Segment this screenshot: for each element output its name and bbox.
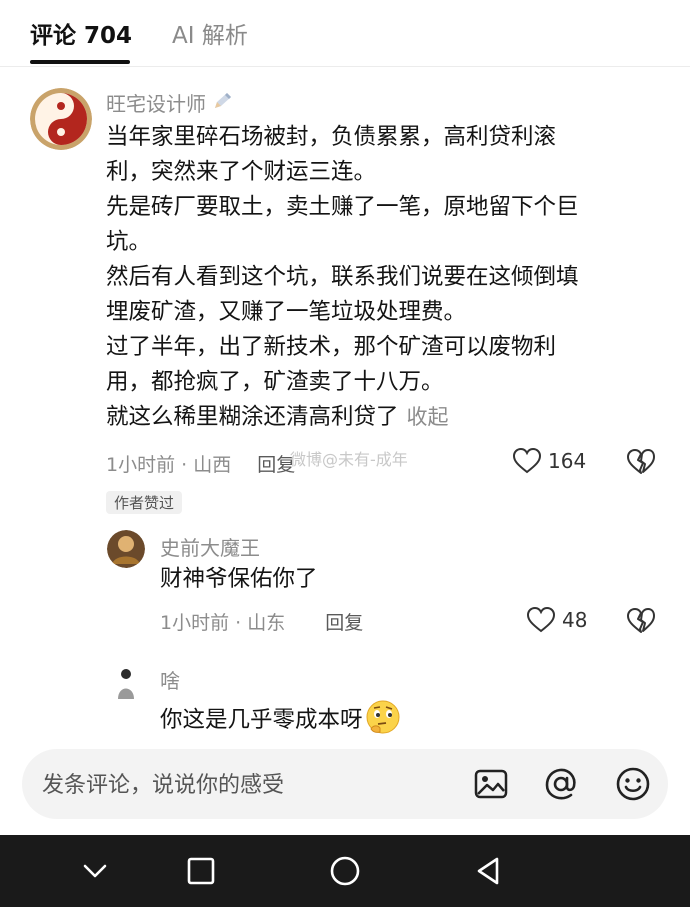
comment-line: 埋废矿渣，又赚了一笔垃圾处理费。 [106,299,467,325]
system-navigation-bar [0,835,690,907]
pencil-icon [215,93,232,108]
broken-heart-icon[interactable] [626,448,656,476]
comment-body: 财神爷保佑你了 [160,562,690,597]
tab-ai-analysis[interactable]: AI 解析 [172,16,248,50]
comment-line: 你这是几乎零成本呀 [160,699,690,738]
avatar[interactable] [107,530,145,568]
comment-line-last: 就这么稀里糊涂还清高利贷了 收起 [106,400,646,435]
username-text: 旺宅设计师 [106,92,206,116]
comment-line: 然后有人看到这个坑，联系我们说要在这倾倒填 [106,264,579,290]
comment-meta: 1小时前 · 山东 回复 [160,608,363,635]
like-count: 164 [548,449,587,473]
mention-icon[interactable] [543,766,579,802]
comment-line: 坑。 [106,229,152,255]
comment-line: 利，突然来了个财运三连。 [106,159,377,185]
chevron-down-icon[interactable] [77,853,113,889]
comment-tabs: 评论 704 AI 解析 [0,0,690,67]
comment-time-location: 1小时前 · 山东 [160,612,286,634]
home-icon[interactable] [327,853,363,889]
collapse-link[interactable]: 收起 [407,405,449,429]
avatar[interactable] [107,663,145,701]
back-icon[interactable] [471,853,507,889]
comment-input-bar [22,749,668,819]
comment-line-text: 你这是几乎零成本呀 [160,707,363,733]
recent-apps-icon[interactable] [183,853,219,889]
tab-comments[interactable]: 评论 704 [30,16,132,50]
reply-button[interactable]: 回复 [325,612,363,634]
comment-input[interactable] [40,763,464,807]
user-avatar-icon [107,663,145,701]
comment-meta: 1小时前 · 山西 回复 [106,450,295,477]
comment-line: 当年家里碎石场被封，负债累累，高利贷利滚 [106,124,557,150]
active-tab-indicator [30,60,130,64]
emoji-icon[interactable] [615,766,651,802]
avatar[interactable] [30,88,92,150]
like-button[interactable]: 48 [526,606,587,634]
comment-line: 用，都抢疯了，矿渣卖了十八万。 [106,369,444,395]
comment-username[interactable]: 啥 [160,665,180,694]
author-liked-badge: 作者赞过 [106,491,183,514]
comment-username[interactable]: 史前大魔王 [160,532,260,561]
comment-line: 财神爷保佑你了 [160,566,318,592]
image-icon[interactable] [473,766,509,802]
thinking-face-emoji-icon [366,700,400,734]
comment-time-location: 1小时前 · 山西 [106,454,232,476]
comment-body: 当年家里碎石场被封，负债累累，高利贷利滚 利，突然来了个财运三连。 先是砖厂要取… [106,120,646,435]
comment-line: 过了半年，出了新技术，那个矿渣可以废物利 [106,334,557,360]
comment-username[interactable]: 旺宅设计师 [106,88,234,117]
comment-body: 你这是几乎零成本呀 [160,699,690,738]
broken-heart-icon[interactable] [626,607,656,635]
watermark: 微博@未有-成年 [290,450,408,469]
like-button[interactable]: 164 [512,447,586,475]
comment-line: 先是砖厂要取土，卖土赚了一笔，原地留下个巨 [106,194,579,220]
yin-yang-avatar-icon [30,88,92,150]
like-count: 48 [562,608,588,632]
heart-icon [512,447,542,474]
user-avatar-icon [107,530,145,568]
heart-icon [526,606,556,633]
comment-line-text: 就这么稀里糊涂还清高利贷了 [106,404,399,430]
